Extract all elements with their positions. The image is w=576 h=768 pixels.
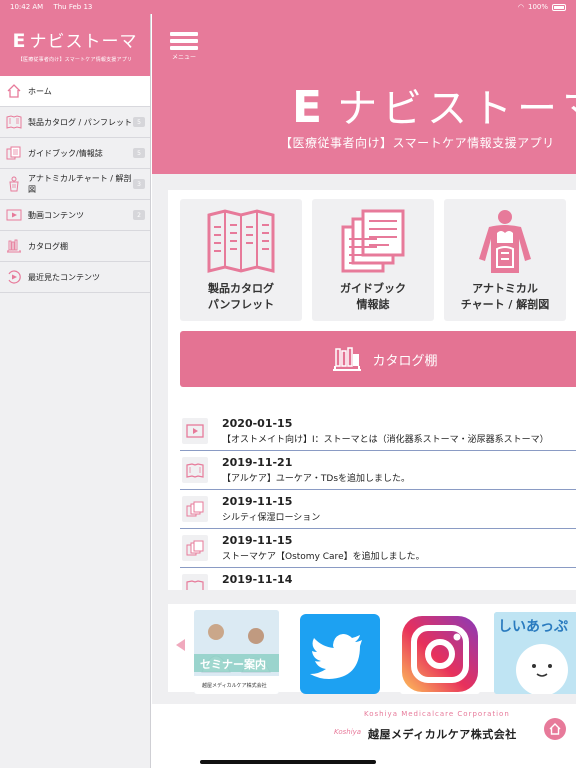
carousel-prev-arrow-icon[interactable] xyxy=(176,639,185,651)
battery-icon xyxy=(552,3,566,11)
sidebar-logo: E ナビストーマ xyxy=(12,30,138,52)
sidebar-subtitle: 【医療従事者向け】スマートケア情報支援アプリ xyxy=(17,57,133,63)
news-item[interactable]: 2019-11-15 ストーマケア【Ostomy Care】を追加しました。 xyxy=(180,529,576,568)
company-name-en: Koshiya Medicalcare Corporation xyxy=(364,710,510,718)
news-date: 2019-11-14 xyxy=(222,573,293,586)
sidebar-item-bookshelf[interactable]: カタログ棚 xyxy=(0,231,150,262)
tile-label: チャート / 解剖図 xyxy=(460,298,550,311)
wifi-icon: ◠ xyxy=(517,3,524,11)
seminar-label: セミナー案内 xyxy=(200,658,266,671)
tile-catalog[interactable]: 製品カタログ パンフレット xyxy=(180,199,302,321)
app-title: Eナビストーマ xyxy=(292,82,576,133)
seminar-banner[interactable]: セミナー案内 越屋メディカルケア株式会社 xyxy=(194,610,279,694)
mascot-banner[interactable]: しいあっぷ xyxy=(494,612,576,694)
tile-label: 情報誌 xyxy=(356,298,390,311)
sidebar-item-guidebook[interactable]: ガイドブック/情報誌 5 xyxy=(0,138,150,169)
catalog-icon xyxy=(182,457,208,483)
footer: Koshiya Medicalcare Corporation Koshiya … xyxy=(152,704,576,768)
bookshelf-icon xyxy=(7,239,21,253)
instagram-banner[interactable] xyxy=(400,614,480,694)
sidebar-header: E ナビストーマ 【医療従事者向け】スマートケア情報支援アプリ xyxy=(0,14,150,76)
news-date: 2020-01-15 xyxy=(222,417,293,430)
tile-label: ガイドブック xyxy=(340,282,406,295)
tile-guidebook[interactable]: ガイドブック 情報誌 xyxy=(312,199,434,321)
status-date: Thu Feb 13 xyxy=(53,3,93,11)
menu-label: メニュー xyxy=(171,54,196,61)
hamburger-bar xyxy=(170,39,198,43)
guidebook-icon xyxy=(182,535,208,561)
news-title: 【アルケア】ユーケア・TDsを追加しました。 xyxy=(222,474,411,484)
hero-banner: メニュー Eナビストーマ 【医療従事者向け】スマートケア情報支援アプリ xyxy=(152,14,576,174)
mascot-text: しいあっぷ xyxy=(498,619,568,635)
status-time: 10:42 AM xyxy=(10,3,44,11)
catalog-icon xyxy=(207,209,275,273)
video-icon xyxy=(182,418,208,444)
tile-label: パンフレット xyxy=(207,298,275,311)
guidebook-icon xyxy=(341,209,405,273)
tile-label: アナトミカル xyxy=(472,282,538,295)
guidebook-icon xyxy=(182,496,208,522)
sidebar-item-anatomy[interactable]: アナトミカルチャート / 解剖図 3 xyxy=(0,169,150,200)
guidebook-icon xyxy=(6,146,21,160)
news-date: 2019-11-21 xyxy=(222,456,293,469)
catalog-icon xyxy=(6,115,22,129)
app-subtitle: 【医療従事者向け】スマートケア情報支援アプリ xyxy=(280,136,555,150)
news-item[interactable]: 2019-11-21 【アルケア】ユーケア・TDsを追加しました。 xyxy=(180,451,576,490)
tile-anatomy[interactable]: アナトミカル チャート / 解剖図 xyxy=(444,199,566,321)
anatomy-icon xyxy=(9,176,19,192)
news-title: ストーマケア【Ostomy Care】を追加しました。 xyxy=(222,552,425,562)
catalog-icon xyxy=(182,574,208,590)
count-badge: 3 xyxy=(133,179,145,189)
menu-button[interactable]: メニュー xyxy=(169,32,199,64)
tile-label: 製品カタログ xyxy=(207,282,274,295)
count-badge: 5 xyxy=(133,148,145,158)
catalog-shelf-label: カタログ棚 xyxy=(372,353,438,369)
twitter-banner[interactable] xyxy=(300,614,380,694)
hamburger-bar xyxy=(170,46,198,50)
home-icon xyxy=(549,723,561,735)
sidebar-item-home[interactable]: ホーム xyxy=(0,76,150,107)
sidebar-item-catalog[interactable]: 製品カタログ / パンフレット 5 xyxy=(0,107,150,138)
home-icon xyxy=(7,84,21,98)
catalog-shelf-button[interactable]: カタログ棚 xyxy=(180,331,576,387)
home-indicator[interactable] xyxy=(200,760,376,764)
main-content: メニュー Eナビストーマ 【医療従事者向け】スマートケア情報支援アプリ 製品カタ… xyxy=(152,14,576,768)
news-list: 2020-01-15 【オストメイト向け】Ⅰ：ストーマとは（消化器系ストーマ・泌… xyxy=(168,412,576,590)
anatomy-icon xyxy=(479,210,531,273)
history-icon xyxy=(8,270,21,284)
home-button[interactable] xyxy=(544,718,566,740)
instagram-icon xyxy=(402,616,478,692)
category-panel: 製品カタログ パンフレット ガイドブック 情報誌 アナトミカル チャート / 解剖図 xyxy=(168,190,576,412)
news-item[interactable]: 2019-11-14 xyxy=(180,568,576,590)
sidebar-menu: ホーム 製品カタログ / パンフレット 5 ガイドブック/情報誌 5 アナトミカ… xyxy=(0,76,150,293)
count-badge: 2 xyxy=(133,210,145,220)
sidebar-item-video[interactable]: 動画コンテンツ 2 xyxy=(0,200,150,231)
count-badge: 5 xyxy=(133,117,145,127)
seminar-caption: 越屋メディカルケア株式会社 xyxy=(202,683,267,689)
hamburger-icon xyxy=(170,32,198,36)
banner-carousel: セミナー案内 越屋メディカルケア株式会社 しいあっぷ xyxy=(168,604,576,694)
news-item[interactable]: 2019-11-15 シルティ保湿ローション xyxy=(180,490,576,529)
company-name-jp: 越屋メディカルケア株式会社 xyxy=(368,728,517,741)
news-date: 2019-11-15 xyxy=(222,495,293,508)
bookshelf-icon xyxy=(333,347,362,371)
video-icon xyxy=(6,209,22,221)
news-title: シルティ保湿ローション xyxy=(222,513,321,523)
news-item[interactable]: 2020-01-15 【オストメイト向け】Ⅰ：ストーマとは（消化器系ストーマ・泌… xyxy=(180,412,576,451)
company-logo: Koshiya xyxy=(334,728,362,736)
status-bar: 10:42 AM Thu Feb 13 ◠ 100% xyxy=(0,0,576,14)
news-title: 【オストメイト向け】Ⅰ：ストーマとは（消化器系ストーマ・泌尿器系ストーマ） xyxy=(222,435,549,445)
twitter-icon xyxy=(310,634,362,679)
sidebar-item-history[interactable]: 最近見たコンテンツ xyxy=(0,262,150,293)
battery-percent: 100% xyxy=(527,3,548,11)
sidebar: E ナビストーマ 【医療従事者向け】スマートケア情報支援アプリ ホーム 製品カタロ… xyxy=(0,14,151,768)
news-date: 2019-11-15 xyxy=(222,534,293,547)
